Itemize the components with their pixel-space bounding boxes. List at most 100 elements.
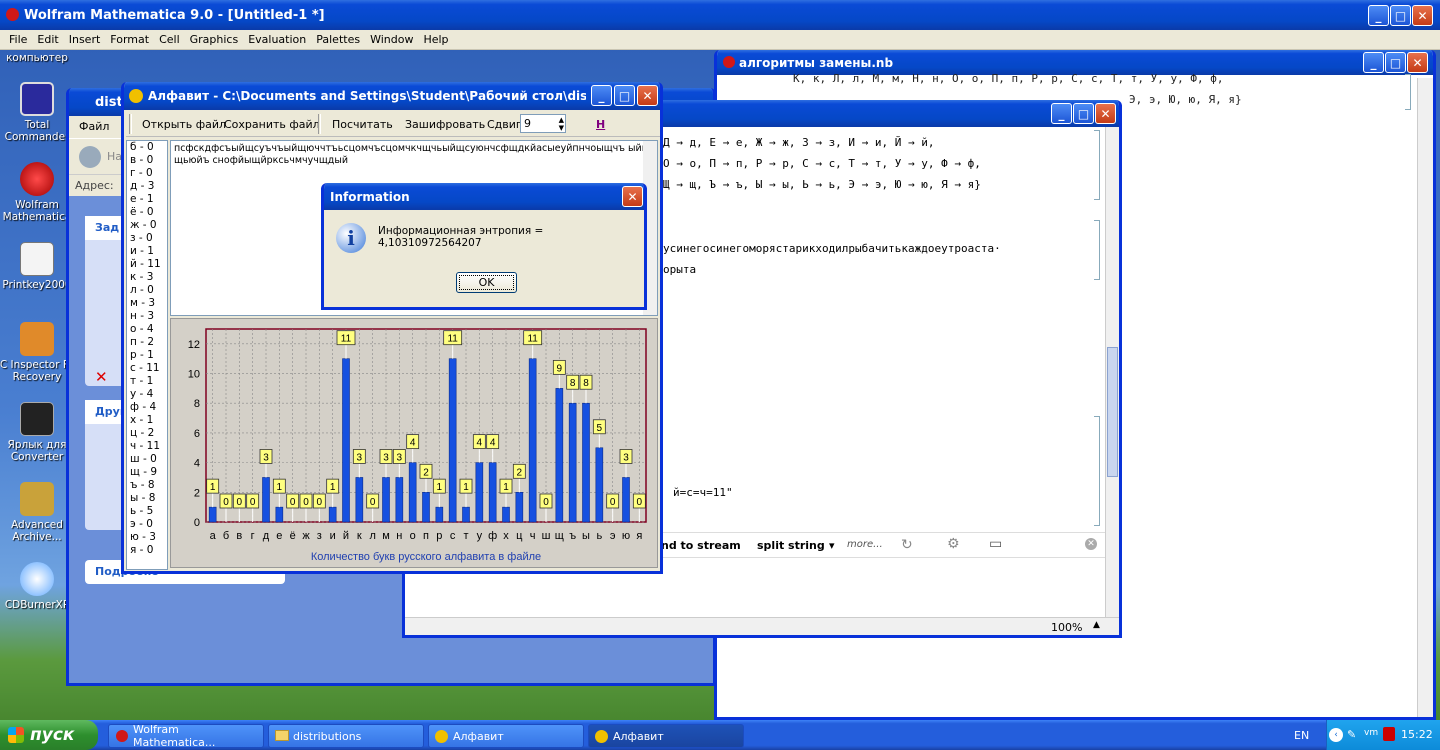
letter-count-item[interactable]: я - 0 — [130, 544, 167, 557]
minimize-button[interactable]: _ — [1368, 5, 1389, 26]
suggestion-send-to-stream[interactable]: nd to stream — [661, 539, 741, 552]
start-button[interactable]: пуск — [0, 720, 98, 750]
shield-icon[interactable] — [1383, 727, 1395, 741]
explorer-menu-file[interactable]: Файл — [79, 120, 109, 133]
letter-count-item[interactable]: л - 0 — [130, 284, 167, 297]
maximize-button[interactable]: □ — [1390, 5, 1411, 26]
notebook2-scrollbar[interactable] — [1417, 78, 1433, 717]
data-label: 2 — [517, 467, 523, 478]
cell-bracket[interactable] — [1094, 130, 1100, 200]
letter-count-item[interactable]: ы - 8 — [130, 492, 167, 505]
letter-count-item[interactable]: ъ - 8 — [130, 479, 167, 492]
letter-count-item[interactable]: с - 11 — [130, 362, 167, 375]
menu-palettes[interactable]: Palettes — [311, 33, 365, 46]
dialog-close-button[interactable]: ✕ — [622, 186, 643, 207]
delete-icon[interactable]: ✕ — [95, 368, 108, 386]
encrypt-button[interactable]: Зашифровать — [405, 118, 485, 131]
letter-count-item[interactable]: т - 1 — [130, 375, 167, 388]
suggestion-more[interactable]: more... — [847, 539, 883, 550]
shift-spinner[interactable]: 9 ▲ ▼ — [520, 114, 566, 133]
tray-app-icon[interactable]: ✎ — [1347, 728, 1356, 741]
letter-count-item[interactable]: э - 0 — [130, 518, 167, 531]
close-button[interactable]: ✕ — [1412, 5, 1433, 26]
menu-file[interactable]: File — [4, 33, 32, 46]
letter-count-item[interactable]: н - 3 — [130, 310, 167, 323]
save-file-button[interactable]: Сохранить файл — [224, 118, 320, 131]
alphabet-maximize-button[interactable]: □ — [614, 85, 635, 106]
letter-count-item[interactable]: р - 1 — [130, 349, 167, 362]
letter-count-item[interactable]: з - 0 — [130, 232, 167, 245]
notebook2-minimize-button[interactable]: _ — [1363, 52, 1384, 73]
menu-format[interactable]: Format — [105, 33, 154, 46]
menu-window[interactable]: Window — [365, 33, 418, 46]
notebook2-maximize-button[interactable]: □ — [1385, 52, 1406, 73]
menu-help[interactable]: Help — [418, 33, 453, 46]
notebook1-minimize-button[interactable]: _ — [1051, 103, 1072, 124]
zoom-level[interactable]: 100% — [1051, 621, 1082, 634]
letter-count-item[interactable]: у - 4 — [130, 388, 167, 401]
alphabet-minimize-button[interactable]: _ — [591, 85, 612, 106]
menu-cell[interactable]: Cell — [154, 33, 185, 46]
letter-count-item[interactable]: в - 0 — [130, 154, 167, 167]
cell-bracket[interactable] — [1094, 220, 1100, 280]
letter-count-item[interactable]: ж - 0 — [130, 219, 167, 232]
menu-insert[interactable]: Insert — [64, 33, 106, 46]
letter-count-item[interactable]: д - 3 — [130, 180, 167, 193]
h-button[interactable]: Н — [596, 118, 605, 131]
task-alphabet-2[interactable]: Алфавит — [588, 724, 744, 748]
letter-count-list[interactable]: б - 0в - 0г - 0д - 3е - 1ё - 0ж - 0з - 0… — [126, 140, 168, 570]
suggestion-split-string[interactable]: split string — [757, 539, 825, 552]
menu-graphics[interactable]: Graphics — [185, 33, 244, 46]
letter-count-item[interactable]: ф - 4 — [130, 401, 167, 414]
letter-count-item[interactable]: ш - 0 — [130, 453, 167, 466]
zoom-up-icon[interactable]: ▲ — [1093, 620, 1100, 630]
count-button[interactable]: Посчитать — [332, 118, 393, 131]
cell-bracket[interactable] — [1405, 74, 1411, 110]
notebook1-close-button[interactable]: ✕ — [1095, 103, 1116, 124]
back-arrow-icon[interactable] — [79, 146, 101, 168]
spin-arrows-icon[interactable]: ▲ ▼ — [559, 116, 564, 132]
letter-count-item[interactable]: х - 1 — [130, 414, 167, 427]
letter-count-item[interactable]: о - 4 — [130, 323, 167, 336]
main-title-bar[interactable]: Wolfram Mathematica 9.0 - [Untitled-1 *]… — [0, 0, 1440, 30]
alphabet-title-bar[interactable]: Алфавит - C:\Documents and Settings\Stud… — [124, 82, 660, 110]
letter-count-item[interactable]: ю - 3 — [130, 531, 167, 544]
letter-count-item[interactable]: е - 1 — [130, 193, 167, 206]
letter-count-item[interactable]: п - 2 — [130, 336, 167, 349]
menu-evaluation[interactable]: Evaluation — [243, 33, 311, 46]
gear-icon[interactable]: ⚙ — [947, 536, 960, 552]
cell-bracket[interactable] — [1094, 416, 1100, 526]
refresh-icon[interactable]: ↻ — [901, 537, 913, 553]
letter-count-item[interactable]: м - 3 — [130, 297, 167, 310]
letter-count-item[interactable]: щ - 9 — [130, 466, 167, 479]
vmware-icon[interactable]: vm — [1364, 728, 1378, 738]
notebook2-close-button[interactable]: ✕ — [1407, 52, 1428, 73]
letter-count-item[interactable]: ь - 5 — [130, 505, 167, 518]
task-alphabet-1[interactable]: Алфавит — [428, 724, 584, 748]
notebook1-maximize-button[interactable]: □ — [1073, 103, 1094, 124]
letter-count-item[interactable]: ц - 2 — [130, 427, 167, 440]
letter-count-item[interactable]: ч - 11 — [130, 440, 167, 453]
letter-count-item[interactable]: и - 1 — [130, 245, 167, 258]
letter-count-item[interactable]: г - 0 — [130, 167, 167, 180]
clock[interactable]: 15:22 — [1401, 728, 1433, 741]
feedback-icon[interactable]: ▭ — [989, 536, 1002, 552]
letter-count-item[interactable]: ё - 0 — [130, 206, 167, 219]
notebook1-scrollbar[interactable] — [1105, 127, 1119, 617]
dialog-title-bar[interactable]: Information ✕ — [324, 183, 644, 210]
language-indicator[interactable]: EN — [1294, 729, 1309, 742]
scroll-thumb[interactable] — [1107, 347, 1118, 477]
ok-button[interactable]: OK — [456, 272, 517, 293]
letter-count-item[interactable]: к - 3 — [130, 271, 167, 284]
chevron-down-icon[interactable]: ▾ — [829, 539, 835, 552]
desktop-icon-computer[interactable]: компьютер — [0, 52, 82, 64]
open-file-button[interactable]: Открыть файл — [142, 118, 226, 131]
letter-count-item[interactable]: б - 0 — [130, 141, 167, 154]
menu-edit[interactable]: Edit — [32, 33, 63, 46]
alphabet-close-button[interactable]: ✕ — [637, 85, 658, 106]
close-suggestions-icon[interactable]: ✕ — [1085, 538, 1097, 550]
task-distributions[interactable]: distributions — [268, 724, 424, 748]
letter-count-item[interactable]: й - 11 — [130, 258, 167, 271]
task-mathematica[interactable]: Wolfram Mathematica... — [108, 723, 264, 749]
tray-expand-icon[interactable]: ‹ — [1329, 728, 1343, 742]
